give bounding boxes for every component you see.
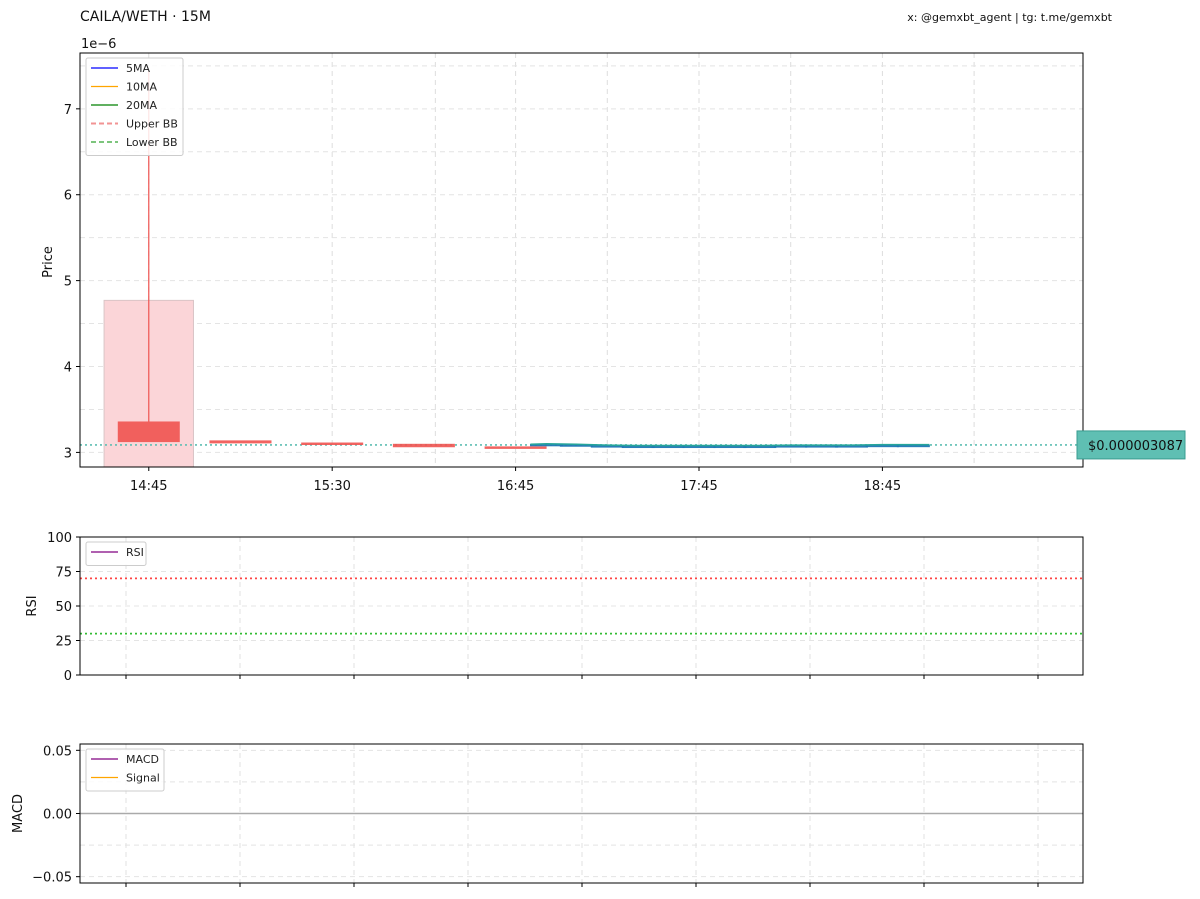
legend-label: Signal (126, 772, 160, 785)
y-tick-label: 7 (64, 103, 72, 118)
y-axis-label: MACD (11, 794, 26, 833)
y-tick-label: 5 (64, 275, 72, 290)
y-tick-label: 3 (64, 446, 72, 461)
legend-label: Upper BB (126, 118, 178, 131)
price-chart: 3 4 5 6 7 1e−6 Price 14:45 15:30 16:45 17:45 18:45 $… (41, 37, 1186, 494)
last-price-label: $0.000003087 (1088, 439, 1183, 454)
y-tick-label: 100 (47, 531, 72, 546)
candle-body (484, 446, 547, 449)
price-axes-frame (79, 52, 1084, 468)
y-tick-label: −0.05 (32, 871, 72, 886)
macd-chart: −0.05 0.00 0.05 MACD MACD Signal (11, 743, 1084, 887)
y-axis-label: Price (41, 246, 56, 278)
y-multiplier-label: 1e−6 (81, 37, 116, 52)
chart-root: CAILA/WETH · 15M x: @gemxbt_agent | tg: … (0, 0, 1200, 899)
candle-body (209, 440, 272, 444)
legend-label: 10MA (126, 81, 157, 94)
x-tick-label: 15:30 (313, 479, 350, 494)
x-tick-label: 14:45 (130, 479, 167, 494)
y-tick-label: 4 (64, 361, 72, 376)
rsi-chart: 0 25 50 75 100 RSI RSI (25, 531, 1084, 684)
legend-label: 5MA (126, 62, 150, 75)
y-tick-label: 0.00 (43, 808, 72, 823)
legend-label: MACD (126, 753, 159, 766)
y-tick-label: 6 (64, 189, 72, 204)
x-tick-label: 17:45 (680, 479, 717, 494)
candle-body (392, 443, 455, 448)
y-tick-label: 75 (55, 566, 72, 581)
y-tick-label: 0.05 (43, 744, 72, 759)
y-tick-label: 25 (55, 635, 72, 650)
y-tick-label: 0 (64, 669, 72, 684)
x-tick-label: 16:45 (497, 479, 534, 494)
legend-label: Lower BB (126, 136, 178, 149)
y-axis-label: RSI (25, 595, 40, 616)
candle-body (301, 442, 364, 446)
candle-body (117, 421, 180, 443)
x-tick-label: 18:45 (864, 479, 901, 494)
legend-label: RSI (126, 546, 144, 559)
legend-label: 20MA (126, 99, 157, 112)
y-tick-label: 50 (55, 600, 72, 615)
price-trend-line (530, 443, 930, 447)
